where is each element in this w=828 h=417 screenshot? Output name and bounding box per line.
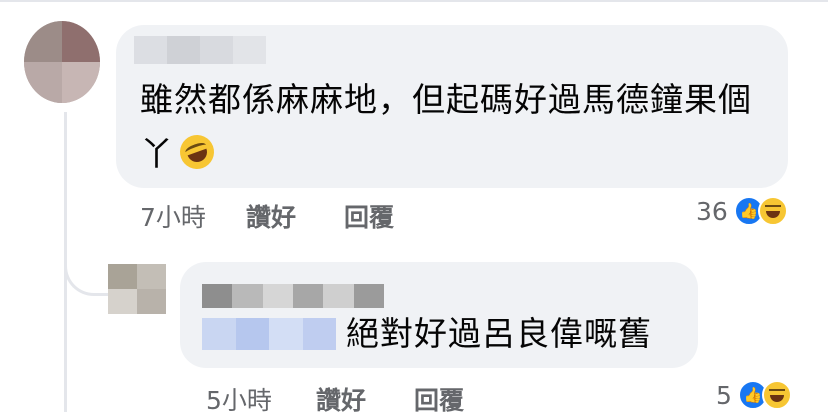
reply-reply-button[interactable]: 回覆 (414, 381, 464, 417)
reaction-count: 36 (696, 196, 728, 226)
reaction-summary[interactable]: 36 👍 (696, 196, 788, 226)
replier-name-redacted[interactable] (202, 284, 384, 308)
reply-timestamp[interactable]: 5小時 (206, 381, 316, 417)
commenter-name-redacted[interactable] (134, 36, 266, 64)
reply-text: 絕對好過呂良偉嘅舊 (346, 314, 652, 353)
reply-reaction-count: 5 (716, 380, 732, 410)
comment-text: 雖然都係麻麻地，但起碼好過馬德鐘果個丫 (140, 73, 770, 181)
replier-avatar[interactable] (108, 264, 166, 314)
rolling-laughing-emoji-icon (175, 130, 219, 174)
reply-reaction-summary[interactable]: 5 👍 (716, 380, 792, 410)
mentioned-user-redacted[interactable] (202, 318, 336, 350)
like-button[interactable]: 讚好 (246, 198, 344, 234)
comment-body: 雖然都係麻麻地，但起碼好過馬德鐘果個丫 (140, 80, 752, 173)
top-divider (0, 0, 828, 2)
comment-actions: 7小時 讚好 回覆 (140, 198, 394, 234)
comment-timestamp[interactable]: 7小時 (140, 198, 246, 234)
haha-reaction-icon (757, 196, 788, 226)
reply-like-button[interactable]: 讚好 (316, 381, 414, 417)
commenter-avatar[interactable] (24, 21, 100, 103)
reply-actions: 5小時 讚好 回覆 (206, 381, 464, 417)
haha-reaction-icon (761, 380, 792, 410)
reply-button[interactable]: 回覆 (344, 198, 394, 234)
reply-connector-curve (64, 250, 110, 296)
